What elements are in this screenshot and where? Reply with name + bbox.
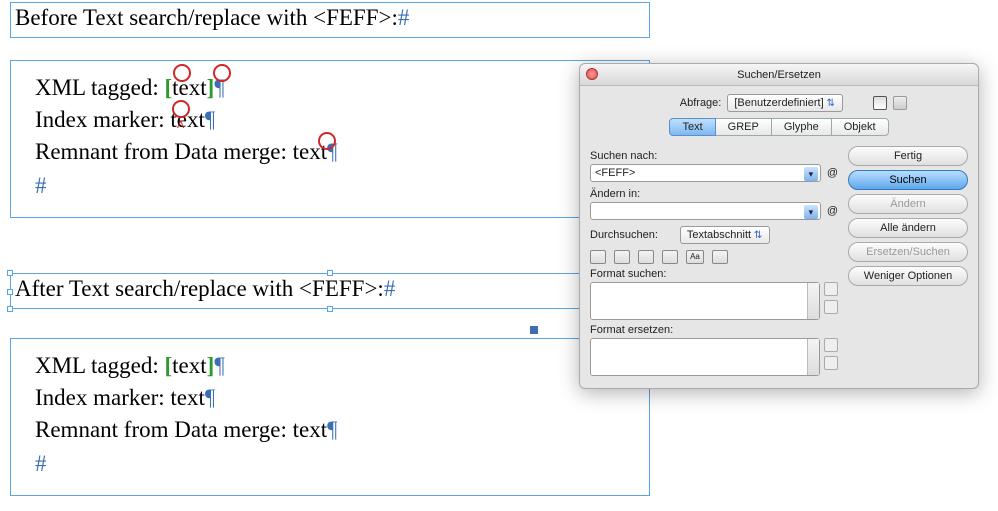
dialog-titlebar[interactable]: Suchen/Ersetzen [580, 64, 978, 86]
scope-icon[interactable] [614, 250, 630, 264]
after-title: After Text search/replace with <FEFF>:# [15, 276, 395, 302]
query-label: Abfrage: [651, 97, 721, 109]
annotation-circle [318, 132, 336, 150]
search-button[interactable]: Suchen [848, 170, 968, 190]
close-icon[interactable] [586, 68, 598, 80]
replace-search-button[interactable]: Ersetzen/Suchen [848, 242, 968, 262]
delete-query-icon[interactable] [893, 96, 907, 110]
format-search-label: Format suchen: [590, 268, 838, 280]
scope-icon[interactable]: Aa [686, 250, 704, 264]
dialog-title: Suchen/Ersetzen [737, 69, 821, 81]
tab-text[interactable]: Text [669, 118, 715, 136]
search-input[interactable]: <FEFF> ▾ [590, 164, 821, 182]
after-line3: Remnant from Data merge: text¶ [35, 417, 338, 443]
change-input[interactable]: ▾ [590, 202, 821, 220]
scope-dropdown[interactable]: Textabschnitt ⇅ [680, 226, 770, 244]
before-line3: Remnant from Data merge: text¶ [35, 139, 338, 165]
tab-grep[interactable]: GREP [716, 118, 772, 136]
done-button[interactable]: Fertig [848, 146, 968, 166]
special-char-icon[interactable]: @ [827, 205, 838, 217]
change-all-button[interactable]: Alle ändern [848, 218, 968, 238]
fewer-options-button[interactable]: Weniger Optionen [848, 266, 968, 286]
change-button[interactable]: Ändern [848, 194, 968, 214]
chevron-down-icon[interactable]: ▾ [804, 205, 818, 219]
search-for-label: Suchen nach: [590, 150, 838, 162]
before-line1: XML tagged: [text]¶ [35, 75, 225, 101]
scope-icon[interactable] [638, 250, 654, 264]
mode-tabs: Text GREP Glyphe Objekt [590, 118, 968, 136]
tab-object[interactable]: Objekt [832, 118, 889, 136]
scope-label: Durchsuchen: [590, 229, 658, 241]
format-replace-label: Format ersetzen: [590, 324, 838, 336]
chevron-updown-icon: ⇅ [751, 230, 765, 241]
after-end: # [35, 451, 47, 477]
tab-glyph[interactable]: Glyphe [772, 118, 832, 136]
query-dropdown[interactable]: [Benutzerdefiniert] ⇅ [727, 94, 842, 112]
save-query-icon[interactable] [873, 96, 887, 110]
before-end: # [35, 173, 47, 199]
search-scope-icons: Aa [590, 250, 838, 264]
scope-icon[interactable] [712, 250, 728, 264]
before-title: Before Text search/replace with <FEFF>:# [15, 5, 409, 31]
chevron-down-icon[interactable]: ▾ [804, 167, 818, 181]
special-char-icon[interactable]: @ [827, 167, 838, 179]
after-title-frame[interactable]: After Text search/replace with <FEFF>:# [10, 273, 650, 309]
specify-format-icon[interactable] [824, 338, 838, 352]
clear-format-icon[interactable] [824, 356, 838, 370]
annotation-circle [213, 64, 231, 82]
clear-format-icon[interactable] [824, 300, 838, 314]
annotation-circle [173, 64, 191, 82]
scope-icon[interactable] [662, 250, 678, 264]
after-line2: Index marker: text¶ [35, 385, 215, 411]
find-replace-dialog[interactable]: Suchen/Ersetzen Abfrage: [Benutzerdefini… [579, 63, 979, 389]
specify-format-icon[interactable] [824, 282, 838, 296]
after-line1: XML tagged: [text]¶ [35, 353, 225, 379]
annotation-circle [172, 100, 190, 118]
change-to-label: Ändern in: [590, 188, 838, 200]
format-replace-box[interactable] [590, 338, 820, 376]
scope-icon[interactable] [590, 250, 606, 264]
annotation-caret: ^ [176, 118, 185, 136]
format-search-box[interactable] [590, 282, 820, 320]
chevron-updown-icon: ⇅ [824, 98, 838, 109]
